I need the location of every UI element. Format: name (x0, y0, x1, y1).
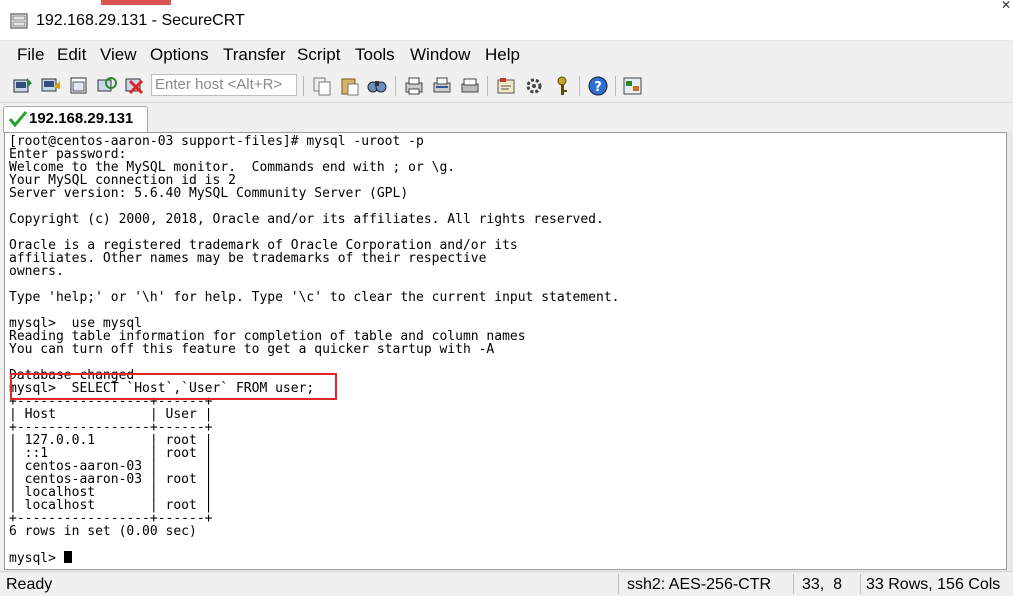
close-window-button[interactable]: ✕ (999, 0, 1013, 11)
find-icon[interactable] (366, 75, 388, 97)
sftp-icon[interactable] (622, 75, 644, 97)
status-terminal-size: 33 Rows, 156 Cols (866, 576, 1001, 593)
window-title: 192.168.29.131 - SecureCRT (36, 12, 245, 29)
toolbar-separator (615, 76, 616, 96)
menu-bar: File Edit View Options Transfer Script T… (0, 41, 1013, 69)
quick-connect-icon[interactable] (40, 75, 62, 97)
terminal-line: 6 rows in set (0.00 sec) (9, 524, 197, 539)
status-cipher: ssh2: AES-256-CTR (627, 576, 772, 593)
menu-script[interactable]: Script (297, 45, 340, 65)
reconnect-icon[interactable] (96, 75, 118, 97)
menu-help[interactable]: Help (485, 45, 520, 65)
status-separator (793, 574, 794, 594)
print-selection-icon[interactable] (431, 75, 453, 97)
menu-tools[interactable]: Tools (355, 45, 395, 65)
toolbar-separator (579, 76, 580, 96)
menu-transfer[interactable]: Transfer (223, 45, 286, 65)
status-cursor-position: 33, 8 (802, 576, 843, 593)
tab-session-192-168-29-131[interactable]: 192.168.29.131 (3, 106, 148, 133)
menu-edit[interactable]: Edit (57, 45, 86, 65)
status-separator (860, 574, 861, 594)
terminal-line: You can turn off this feature to get a q… (9, 342, 495, 357)
terminal-line: Type 'help;' or '\h' for help. Type '\c'… (9, 290, 620, 305)
terminal-line: affiliates. Other names may be trademark… (9, 251, 487, 266)
vertical-scrollbar[interactable] (1007, 132, 1013, 570)
paste-icon[interactable] (339, 75, 361, 97)
disconnect-icon[interactable] (124, 75, 146, 97)
status-separator (618, 574, 619, 594)
connect-icon[interactable] (12, 75, 34, 97)
connect-tab-icon[interactable] (68, 75, 90, 97)
highlight-box (10, 373, 337, 400)
toolbar-separator (395, 76, 396, 96)
terminal-line: Copyright (c) 2000, 2018, Oracle and/or … (9, 212, 604, 227)
menu-view[interactable]: View (100, 45, 137, 65)
status-state: Ready (6, 576, 53, 593)
session-tab-bar: 192.168.29.131 (0, 103, 1013, 133)
terminal-cursor (63, 551, 72, 563)
title-bar: 192.168.29.131 - SecureCRT ✕ (0, 0, 1013, 41)
toolbar-separator (487, 76, 488, 96)
toolbar-separator (303, 76, 304, 96)
toolbar: Enter host <Alt+R> ? (0, 70, 1013, 103)
terminal-prompt: mysql> (9, 551, 64, 566)
terminal-line: Server version: 5.6.40 MySQL Community S… (9, 186, 409, 201)
taskbar-fragment (101, 0, 171, 5)
menu-window[interactable]: Window (410, 45, 470, 65)
terminal-line: owners. (9, 264, 64, 279)
help-icon[interactable]: ? (587, 75, 609, 97)
securecrt-app-icon (10, 13, 28, 29)
print-screen-icon[interactable] (459, 75, 481, 97)
menu-file[interactable]: File (17, 45, 44, 65)
keymap-icon[interactable] (551, 75, 573, 97)
map-keys-icon[interactable] (523, 75, 545, 97)
terminal-lines: [root@centos-aaron-03 support-files]# my… (9, 134, 619, 539)
host-input[interactable]: Enter host <Alt+R> (151, 74, 297, 96)
copy-icon[interactable] (311, 75, 333, 97)
connected-check-icon (9, 111, 27, 127)
terminal-area[interactable]: [root@centos-aaron-03 support-files]# my… (4, 132, 1007, 570)
svg-text:?: ? (594, 80, 602, 95)
session-options-icon[interactable] (495, 75, 517, 97)
tab-label: 192.168.29.131 (29, 110, 134, 127)
print-icon[interactable] (403, 75, 425, 97)
status-bar: Ready ssh2: AES-256-CTR 33, 8 33 Rows, 1… (0, 571, 1013, 596)
menu-options[interactable]: Options (150, 45, 209, 65)
terminal-output: [root@centos-aaron-03 support-files]# my… (9, 135, 619, 565)
